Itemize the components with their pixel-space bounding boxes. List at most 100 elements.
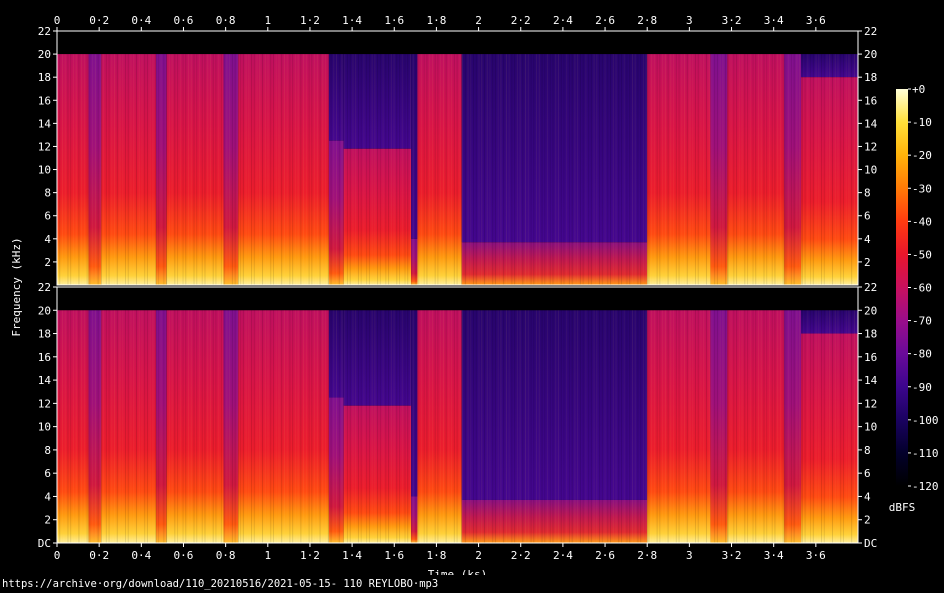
y-tick-label: 18 bbox=[38, 328, 51, 341]
y-tick-label: 2 bbox=[864, 256, 871, 269]
spectrogram-plots bbox=[56, 30, 859, 544]
colorbar-tick-label: -60 bbox=[912, 282, 932, 295]
source-url: https://archive·org/download/110_2021051… bbox=[2, 578, 439, 590]
x-tick-label: 0·8 bbox=[216, 14, 236, 27]
colorbar-tick-label: -50 bbox=[912, 248, 932, 261]
spectrum-segment bbox=[223, 310, 239, 543]
spectrum-band-upper bbox=[411, 310, 418, 497]
y-tick-label: 12 bbox=[38, 140, 51, 153]
spectrum-segment bbox=[710, 310, 728, 543]
y-tick-label: 16 bbox=[38, 94, 51, 107]
x-tick-label: 3 bbox=[686, 549, 693, 562]
x-tick-label: 0·8 bbox=[216, 549, 236, 562]
x-tick-label: 1 bbox=[264, 14, 271, 27]
colorbar-tick-label: -40 bbox=[912, 215, 932, 228]
y-tick-label: 10 bbox=[38, 164, 51, 177]
x-tick-label: 2·8 bbox=[637, 14, 657, 27]
x-tick-label: 3·4 bbox=[764, 14, 784, 27]
colorbar-tick-label: -30 bbox=[912, 182, 932, 195]
y-tick-label: 14 bbox=[38, 117, 52, 130]
y-tick-label: 6 bbox=[864, 210, 871, 223]
colorbar-tick-label: -120 bbox=[912, 480, 939, 493]
spectrum-segment bbox=[223, 54, 239, 285]
spectrum-segment bbox=[784, 310, 802, 543]
colorbar-tick-label: +0 bbox=[912, 83, 925, 96]
y-tick-label: 18 bbox=[864, 71, 877, 84]
x-axis-title: Time (ks) bbox=[428, 568, 488, 575]
x-tick-label: 1·6 bbox=[384, 14, 404, 27]
colorbar-tick-label: -110 bbox=[912, 447, 939, 460]
y-tick-label: 22 bbox=[38, 25, 51, 38]
y-tick-label: 10 bbox=[864, 164, 877, 177]
spectrogram-chart: 22 2220 2018 1816 1614 1412 1210 108 86 64 42 222 22… bbox=[10, 14, 939, 575]
spectrum-segment bbox=[411, 238, 418, 285]
x-tick-label: 1·2 bbox=[300, 549, 320, 562]
x-tick-label: 2·4 bbox=[553, 14, 573, 27]
colorbar-tick-label: -20 bbox=[912, 149, 932, 162]
y-tick-label: 12 bbox=[38, 397, 51, 410]
x-tick-label: 3·6 bbox=[806, 14, 826, 27]
y-tick-label: 8 bbox=[44, 444, 51, 457]
x-tick-label: 2·2 bbox=[511, 549, 531, 562]
y-tick-label: DC bbox=[864, 537, 877, 550]
spectrum-segment bbox=[57, 54, 89, 285]
spectrum-segment bbox=[411, 496, 418, 543]
y-tick-label: 12 bbox=[864, 397, 877, 410]
y-tick-label: DC bbox=[38, 537, 51, 550]
x-tick-label: 0 bbox=[54, 14, 61, 27]
y-tick-label: 22 bbox=[864, 281, 877, 294]
y-tick-label: 16 bbox=[864, 351, 877, 364]
y-tick-label: 14 bbox=[864, 374, 878, 387]
y-tick-label: 4 bbox=[864, 233, 871, 246]
colorbar-tick-label: -10 bbox=[912, 116, 932, 129]
x-tick-label: 1·4 bbox=[342, 549, 362, 562]
x-tick-label: 1·8 bbox=[426, 14, 446, 27]
y-tick-label: 2 bbox=[44, 256, 51, 269]
y-tick-label: 16 bbox=[38, 351, 51, 364]
x-tick-label: 2·2 bbox=[511, 14, 531, 27]
colorbar-tick-label: -70 bbox=[912, 315, 932, 328]
colorbar-gradient bbox=[896, 89, 908, 486]
y-tick-label: 16 bbox=[864, 94, 877, 107]
y-tick-label: 10 bbox=[864, 421, 877, 434]
x-tick-label: 2·6 bbox=[595, 549, 615, 562]
x-tick-label: 2·6 bbox=[595, 14, 615, 27]
colorbar: +0 -10 -20 -30 -40 -50 -60 -70 -80 -90 -100 -110 -12… bbox=[889, 83, 939, 514]
y-tick-label: 6 bbox=[44, 210, 51, 223]
y-tick-label: 2 bbox=[864, 514, 871, 527]
x-tick-label: 0·6 bbox=[174, 14, 194, 27]
spectrum-segment bbox=[710, 54, 728, 285]
x-tick-label: 0·2 bbox=[89, 14, 109, 27]
colorbar-tick-label: -100 bbox=[912, 414, 939, 427]
y-tick-label: 6 bbox=[864, 467, 871, 480]
x-tick-label: 0 bbox=[54, 549, 61, 562]
spectrum-band-upper bbox=[411, 54, 418, 239]
y-tick-label: 20 bbox=[38, 48, 51, 61]
x-tick-label: 2·4 bbox=[553, 549, 573, 562]
spectrum-segment bbox=[784, 54, 802, 285]
y-tick-label: 22 bbox=[38, 281, 51, 294]
colorbar-tick-label: -80 bbox=[912, 348, 932, 361]
y-tick-label: 6 bbox=[44, 467, 51, 480]
x-tick-label: 1 bbox=[264, 549, 271, 562]
y-tick-label: 2 bbox=[44, 514, 51, 527]
y-tick-label: 22 bbox=[864, 25, 877, 38]
y-tick-label: 4 bbox=[44, 490, 51, 503]
x-tick-label: 3·2 bbox=[722, 549, 742, 562]
x-tick-label: 1·2 bbox=[300, 14, 320, 27]
y-tick-label: 14 bbox=[38, 374, 52, 387]
y-tick-label: 20 bbox=[38, 304, 51, 317]
channel-1-panel bbox=[56, 30, 859, 286]
x-tick-label: 2 bbox=[475, 549, 482, 562]
y-tick-label: 8 bbox=[44, 187, 51, 200]
x-tick-label: 1·4 bbox=[342, 14, 362, 27]
channel-2-panel bbox=[56, 286, 859, 544]
y-tick-label: 4 bbox=[44, 233, 51, 246]
x-tick-label: 0·4 bbox=[131, 549, 151, 562]
x-tick-label: 2 bbox=[475, 14, 482, 27]
x-tick-label: 2·8 bbox=[637, 549, 657, 562]
y-tick-label: 14 bbox=[864, 117, 878, 130]
y-tick-label: 12 bbox=[864, 140, 877, 153]
y-axis-title: Frequency (kHz) bbox=[10, 237, 23, 336]
y-tick-label: 20 bbox=[864, 304, 877, 317]
